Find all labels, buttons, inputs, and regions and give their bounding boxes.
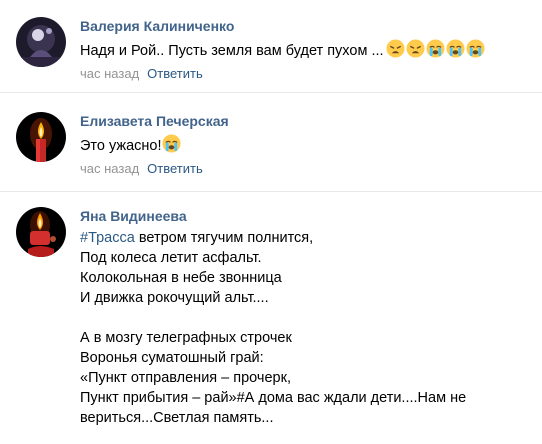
comment-author[interactable]: Валерия Калиниченко	[80, 17, 234, 35]
comment-text-line: #Трасса ветром тягучим полнится,	[80, 228, 534, 248]
comment-item: Елизавета Печерская Это ужасно! час наза…	[0, 93, 542, 192]
comment-author[interactable]: Яна Видинеева	[80, 207, 187, 225]
comment-meta: час назад Ответить	[80, 160, 534, 178]
reply-link[interactable]: Ответить	[147, 161, 203, 176]
weary-face-emoji	[386, 39, 405, 58]
comment-text: Надя и Рой.. Пусть земля вам будет пухом…	[80, 39, 534, 61]
comment-text-content: Это ужасно!	[80, 138, 162, 154]
crying-face-emoji	[466, 39, 485, 58]
crying-face-emoji	[446, 39, 465, 58]
weary-face-emoji	[406, 39, 425, 58]
comment-text: #Трасса ветром тягучим полнится, Под кол…	[80, 228, 534, 428]
comment-item: Валерия Калиниченко Надя и Рой.. Пусть з…	[0, 0, 542, 93]
comment-body: Яна Видинеева #Трасса ветром тягучим пол…	[80, 207, 542, 428]
comment-text-content: Надя и Рой.. Пусть земля вам будет пухом…	[80, 43, 384, 59]
emoji-row	[162, 134, 181, 153]
hashtag-link[interactable]: #Трасса	[80, 230, 135, 246]
candle-avatar-image	[16, 112, 66, 162]
crying-face-emoji	[162, 134, 181, 153]
comment-text-line: Под колеса летит асфальт.	[80, 250, 262, 266]
comment-meta: час назад Ответить	[80, 65, 534, 83]
comment-text-line: Колокольная в небе звонница	[80, 270, 282, 286]
comment-time[interactable]: час назад	[80, 66, 139, 81]
comment-author[interactable]: Елизавета Печерская	[80, 112, 229, 130]
avatar[interactable]	[16, 17, 66, 67]
comment-text-line: И движка рокочущий альт....	[80, 290, 269, 306]
comment-text-line: Воронья суматошный грай:	[80, 350, 264, 366]
comment-time[interactable]: час назад	[80, 161, 139, 176]
avatar[interactable]	[16, 112, 66, 162]
comment-body: Валерия Калиниченко Надя и Рой.. Пусть з…	[80, 17, 542, 92]
comment-body: Елизавета Печерская Это ужасно! час наза…	[80, 112, 542, 191]
emoji-row	[386, 39, 485, 58]
candle-avatar-image	[16, 207, 66, 257]
comment-text-line: «Пункт отправления – прочерк,	[80, 370, 291, 386]
comment-text-line: вериться...Светлая память...	[80, 410, 274, 426]
comment-item: Яна Видинеева #Трасса ветром тягучим пол…	[0, 192, 542, 428]
comment-text-line-content: ветром тягучим полнится,	[134, 230, 314, 246]
comments-list: Валерия Калиниченко Надя и Рой.. Пусть з…	[0, 0, 542, 428]
crying-face-emoji	[426, 39, 445, 58]
comment-text: Это ужасно!	[80, 134, 534, 156]
avatar[interactable]	[16, 207, 66, 257]
comment-text-line	[80, 308, 534, 328]
comment-text-line: А в мозгу телеграфных строчек	[80, 330, 292, 346]
avatar-image	[16, 17, 66, 67]
comment-text-line: Пункт прибытия – рай»#А дома вас ждали д…	[80, 390, 467, 406]
reply-link[interactable]: Ответить	[147, 66, 203, 81]
